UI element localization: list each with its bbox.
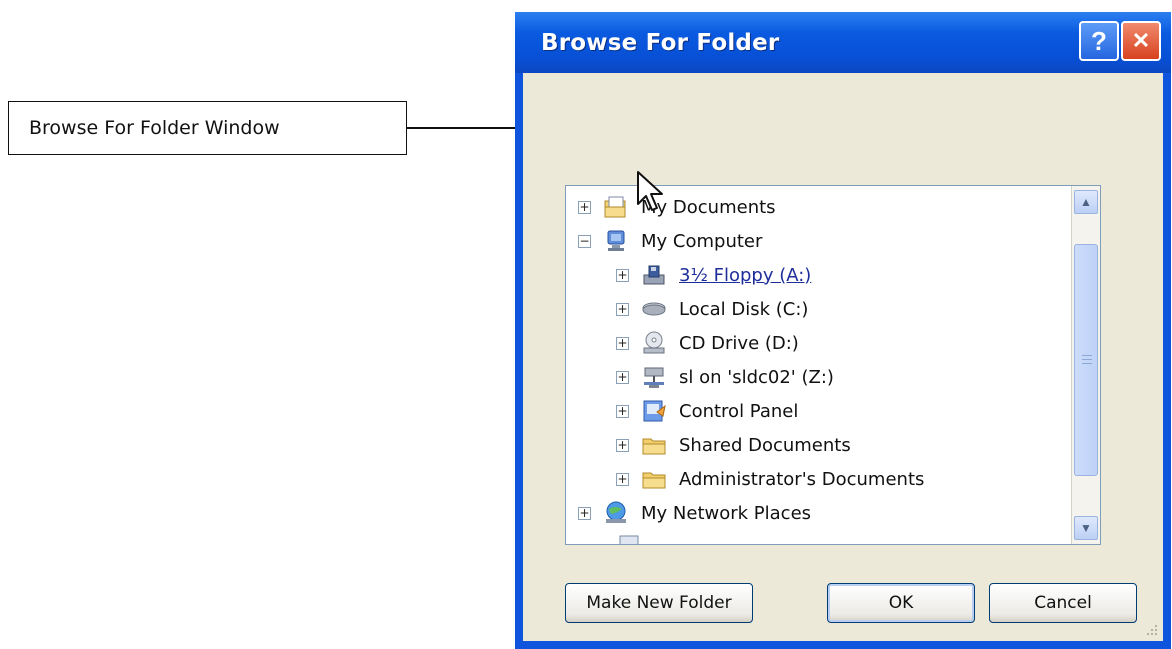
title-bar[interactable]: Browse For Folder ? ✕ bbox=[515, 12, 1171, 73]
tree-item-control-panel[interactable]: + Control Panel bbox=[616, 394, 798, 428]
tree-item-shared-documents[interactable]: + Shared Documents bbox=[616, 428, 851, 462]
cancel-button[interactable]: Cancel bbox=[989, 583, 1137, 623]
help-button[interactable]: ? bbox=[1079, 21, 1119, 61]
floppy-drive-icon bbox=[641, 262, 667, 288]
tree-item-partial bbox=[616, 530, 654, 544]
folder-tree[interactable]: + My Documents − My Computer + 3½ Floppy… bbox=[565, 185, 1101, 545]
scroll-up-button[interactable]: ▲ bbox=[1074, 190, 1098, 214]
cd-drive-icon bbox=[641, 330, 667, 356]
expand-icon[interactable]: + bbox=[578, 200, 591, 214]
tree-item-label: sl on 'sldc02' (Z:) bbox=[679, 366, 834, 388]
tree-item-label: My Network Places bbox=[641, 502, 812, 524]
ok-label: OK bbox=[888, 593, 914, 613]
scroll-thumb[interactable] bbox=[1074, 244, 1098, 476]
close-button[interactable]: ✕ bbox=[1121, 21, 1161, 61]
close-icon: ✕ bbox=[1131, 28, 1151, 53]
tree-item-label: CD Drive (D:) bbox=[679, 332, 799, 354]
resize-grip-icon[interactable] bbox=[1145, 623, 1159, 637]
help-icon: ? bbox=[1091, 25, 1107, 56]
tree-item-network-drive-z[interactable]: + sl on 'sldc02' (Z:) bbox=[616, 360, 834, 394]
tree-item-label: Administrator's Documents bbox=[679, 468, 925, 490]
collapse-icon[interactable]: − bbox=[578, 234, 591, 248]
tree-item-label: 3½ Floppy (A:) bbox=[679, 264, 812, 286]
my-documents-icon bbox=[603, 194, 629, 220]
network-places-icon bbox=[603, 500, 629, 526]
callout-label: Browse For Folder Window bbox=[29, 117, 280, 139]
tree-item-my-documents[interactable]: + My Documents bbox=[578, 190, 776, 224]
tree-item-administrators-documents[interactable]: + Administrator's Documents bbox=[616, 462, 924, 496]
mouse-cursor-icon bbox=[637, 171, 663, 211]
chevron-down-icon: ▼ bbox=[1080, 521, 1092, 535]
expand-icon[interactable]: + bbox=[616, 438, 629, 452]
tree-item-floppy-a[interactable]: + 3½ Floppy (A:) bbox=[616, 258, 811, 292]
partial-item-icon bbox=[616, 534, 642, 544]
dialog-title: Browse For Folder bbox=[541, 30, 780, 56]
tree-item-my-computer[interactable]: − My Computer bbox=[578, 224, 762, 258]
tree-item-label: Control Panel bbox=[679, 400, 799, 422]
expand-icon[interactable]: + bbox=[616, 336, 629, 350]
folder-icon bbox=[641, 432, 667, 458]
tree-item-local-disk-c[interactable]: + Local Disk (C:) bbox=[616, 292, 808, 326]
control-panel-icon bbox=[641, 398, 667, 424]
network-drive-icon bbox=[641, 364, 667, 390]
expand-icon[interactable]: + bbox=[616, 404, 629, 418]
local-disk-icon bbox=[641, 296, 667, 322]
tree-item-label: Local Disk (C:) bbox=[679, 298, 809, 320]
cancel-label: Cancel bbox=[1034, 593, 1092, 613]
browse-for-folder-dialog: Browse For Folder ? ✕ + My Documents − M… bbox=[515, 12, 1171, 649]
ok-button[interactable]: OK bbox=[827, 583, 975, 623]
expand-icon[interactable]: + bbox=[616, 370, 629, 384]
make-new-folder-label: Make New Folder bbox=[586, 593, 732, 613]
chevron-up-icon: ▲ bbox=[1080, 195, 1092, 209]
expand-icon[interactable]: + bbox=[616, 472, 629, 486]
tree-item-cd-drive-d[interactable]: + CD Drive (D:) bbox=[616, 326, 799, 360]
my-computer-icon bbox=[603, 228, 629, 254]
folder-icon bbox=[641, 466, 667, 492]
make-new-folder-button[interactable]: Make New Folder bbox=[565, 583, 753, 623]
dialog-body: + My Documents − My Computer + 3½ Floppy… bbox=[523, 73, 1163, 641]
expand-icon[interactable]: + bbox=[578, 506, 591, 520]
expand-icon[interactable]: + bbox=[616, 302, 629, 316]
tree-item-label: Shared Documents bbox=[679, 434, 851, 456]
tree-item-my-network-places[interactable]: + My Network Places bbox=[578, 496, 811, 530]
callout-box: Browse For Folder Window bbox=[8, 101, 407, 155]
scroll-down-button[interactable]: ▼ bbox=[1074, 516, 1098, 540]
expand-icon[interactable]: + bbox=[616, 268, 629, 282]
vertical-scrollbar[interactable]: ▲ ▼ bbox=[1071, 186, 1100, 544]
tree-item-label: My Computer bbox=[641, 230, 763, 252]
